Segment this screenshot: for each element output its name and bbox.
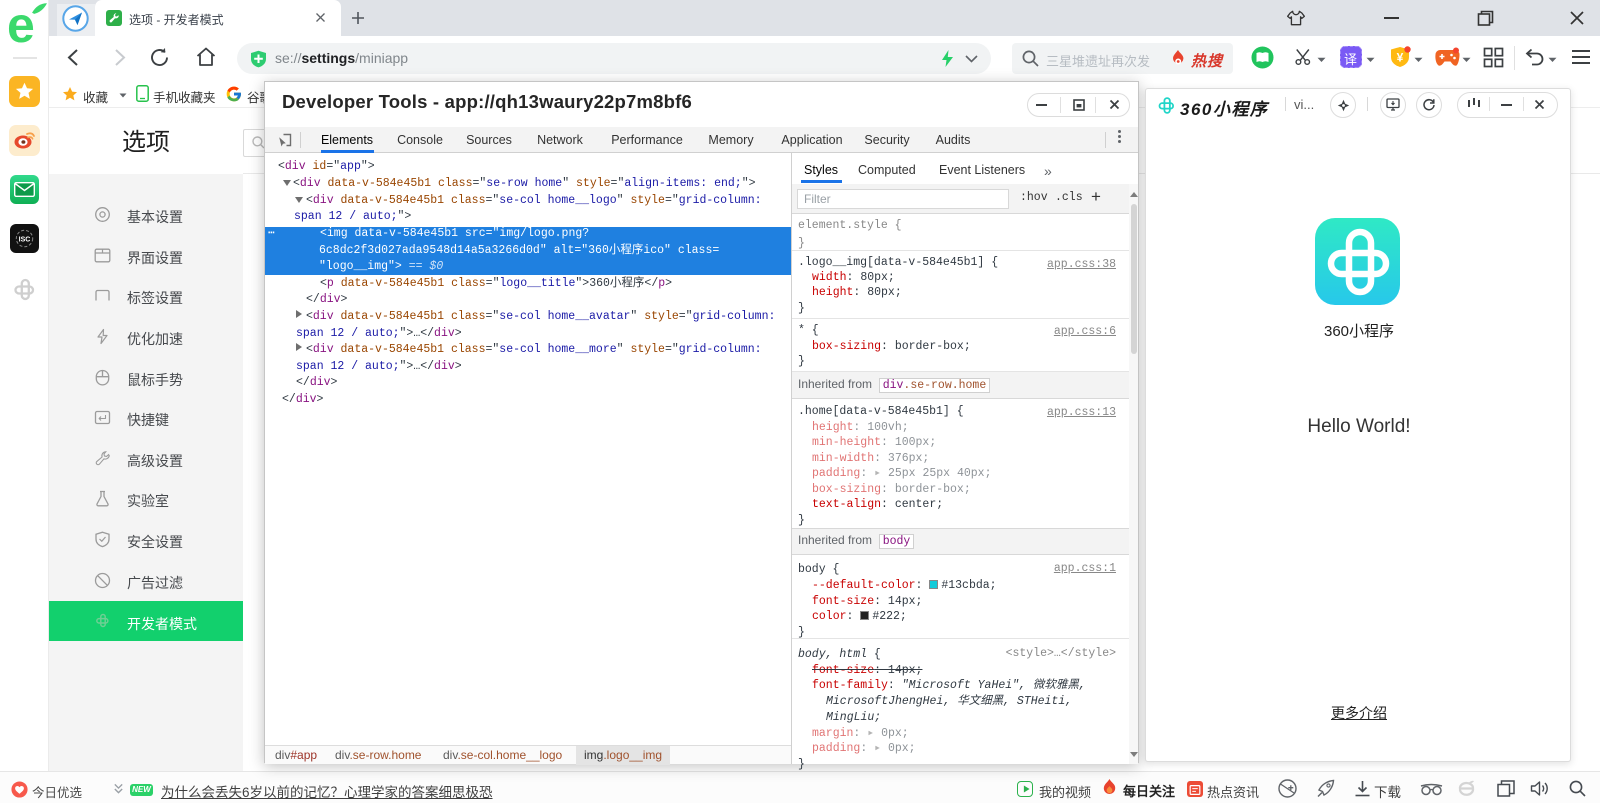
- svg-text:ISC: ISC: [19, 237, 31, 244]
- svg-text:¥: ¥: [1397, 51, 1404, 65]
